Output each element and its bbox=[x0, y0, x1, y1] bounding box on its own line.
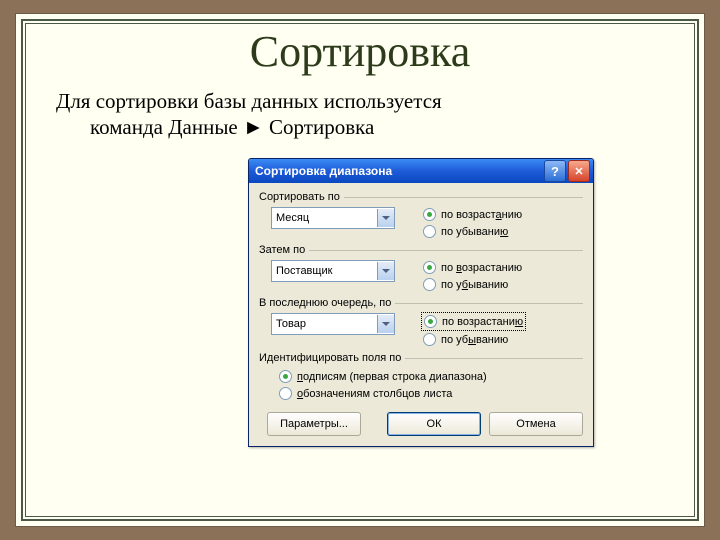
radio-icon bbox=[423, 333, 436, 346]
radio-icon bbox=[423, 261, 436, 274]
combo3-value: Товар bbox=[272, 318, 377, 330]
combo1-value: Месяц bbox=[272, 212, 377, 224]
radio-icon bbox=[424, 315, 437, 328]
help-button[interactable]: ? bbox=[544, 160, 566, 182]
identify-group: Идентифицировать поля по подписям (перва… bbox=[259, 352, 583, 402]
radio-asc-2[interactable]: по возрастанию bbox=[421, 259, 524, 276]
combo3-dropdown-button[interactable] bbox=[377, 315, 394, 333]
radio-desc-3-label: по убыванию bbox=[441, 334, 508, 346]
group3-divider bbox=[395, 303, 583, 304]
sortby-combo-1[interactable]: Месяц bbox=[271, 207, 395, 229]
dialog-title: Сортировка диапазона bbox=[255, 164, 542, 178]
radio-icon bbox=[423, 278, 436, 291]
group2-label: Затем по bbox=[259, 244, 305, 256]
close-icon: ✕ bbox=[574, 165, 583, 178]
slide-canvas: Сортировка Для сортировки базы данных ис… bbox=[16, 14, 704, 526]
subtitle-text: Для сортировки базы данных используется … bbox=[56, 88, 664, 142]
radio-asc-3[interactable]: по возрастанию bbox=[421, 312, 526, 331]
subtitle-line2-suffix: Сортировка bbox=[269, 115, 374, 139]
identify-divider bbox=[405, 358, 583, 359]
radio-desc-2-label: по убыванию bbox=[441, 279, 508, 291]
chevron-down-icon bbox=[382, 269, 390, 273]
parameters-button[interactable]: Параметры... bbox=[267, 412, 361, 436]
identify-opt1-label: подписям (первая строка диапазона) bbox=[297, 371, 487, 383]
combo2-dropdown-button[interactable] bbox=[377, 262, 394, 280]
dialog-titlebar[interactable]: Сортировка диапазона ? ✕ bbox=[249, 159, 593, 183]
sort-group-1: Сортировать по Месяц по возрастанию bbox=[259, 191, 583, 240]
radio-asc-2-label: по возрастанию bbox=[441, 262, 522, 274]
group1-label: Сортировать по bbox=[259, 191, 340, 203]
sort-group-3: В последнюю очередь, по Товар по возраст… bbox=[259, 297, 583, 348]
radio-desc-1-label: по убыванию bbox=[441, 226, 508, 238]
sortby-combo-3[interactable]: Товар bbox=[271, 313, 395, 335]
cancel-button[interactable]: Отмена bbox=[489, 412, 583, 436]
group2-divider bbox=[309, 250, 583, 251]
identify-opt2-label: обозначениям столбцов листа bbox=[297, 388, 452, 400]
radio-icon bbox=[423, 208, 436, 221]
slide-background: Сортировка Для сортировки базы данных ис… bbox=[0, 0, 720, 540]
radio-icon bbox=[423, 225, 436, 238]
radio-icon bbox=[279, 387, 292, 400]
chevron-down-icon bbox=[382, 322, 390, 326]
combo1-dropdown-button[interactable] bbox=[377, 209, 394, 227]
radio-desc-1[interactable]: по убыванию bbox=[421, 223, 524, 240]
radio-icon bbox=[279, 370, 292, 383]
group3-label: В последнюю очередь, по bbox=[259, 297, 391, 309]
page-title: Сортировка bbox=[16, 26, 704, 77]
group1-divider bbox=[344, 197, 583, 198]
arrow-icon: ► bbox=[243, 115, 264, 141]
ok-button[interactable]: ОК bbox=[387, 412, 481, 436]
radio-desc-2[interactable]: по убыванию bbox=[421, 276, 524, 293]
combo2-value: Поставщик bbox=[272, 265, 377, 277]
close-button[interactable]: ✕ bbox=[568, 160, 590, 182]
radio-asc-1[interactable]: по возрастанию bbox=[421, 206, 524, 223]
identify-opt-columns[interactable]: обозначениям столбцов листа bbox=[277, 385, 583, 402]
identify-label: Идентифицировать поля по bbox=[259, 352, 401, 364]
radio-asc-3-label: по возрастанию bbox=[442, 316, 523, 328]
subtitle-line2-prefix: команда Данные bbox=[90, 115, 238, 139]
radio-desc-3[interactable]: по убыванию bbox=[421, 331, 526, 348]
sortby-combo-2[interactable]: Поставщик bbox=[271, 260, 395, 282]
subtitle-line1: Для сортировки базы данных используется bbox=[56, 89, 442, 113]
chevron-down-icon bbox=[382, 216, 390, 220]
dialog-body: Сортировать по Месяц по возрастанию bbox=[249, 183, 593, 446]
sort-group-2: Затем по Поставщик по возрастанию bbox=[259, 244, 583, 293]
radio-asc-1-label: по возрастанию bbox=[441, 209, 522, 221]
dialog-button-row: Параметры... ОК Отмена bbox=[259, 412, 583, 436]
sort-range-dialog: Сортировка диапазона ? ✕ Сортировать по … bbox=[248, 158, 594, 447]
identify-opt-labels[interactable]: подписям (первая строка диапазона) bbox=[277, 368, 583, 385]
